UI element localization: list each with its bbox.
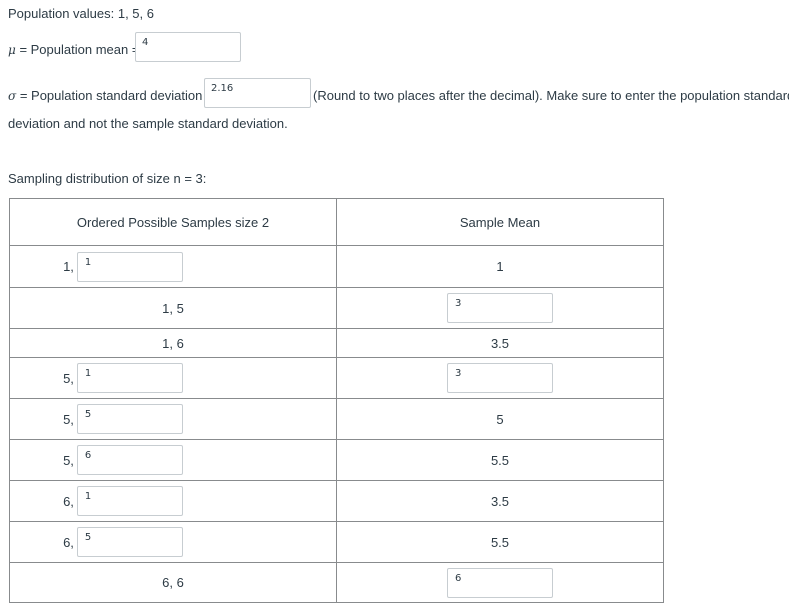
sample-second-value-input[interactable]: 5 — [76, 404, 183, 434]
sample-mean-text: 1 — [496, 259, 504, 274]
mean-cell: 3 — [336, 287, 664, 329]
mean-cell: 1 — [336, 245, 664, 288]
mean-cell: 3.5 — [336, 480, 664, 522]
sample-mean-text: 5.5 — [490, 534, 510, 550]
sample-second-value-input[interactable]: 6 — [76, 445, 183, 475]
sampling-distribution-heading: Sampling distribution of size n = 3: — [8, 171, 207, 186]
sample-cell: 6, 1 — [9, 480, 337, 522]
population-sd-row: σ = Population standard deviation = — [8, 88, 214, 103]
mean-cell: 5.5 — [336, 439, 664, 481]
sample-second-value-input[interactable]: 1 — [76, 486, 183, 516]
sample-prefix: 5, — [63, 452, 74, 468]
sample-entry: 5, 1 — [63, 363, 183, 393]
sample-prefix: 5, — [63, 370, 74, 386]
sample-prefix: 6, — [63, 493, 74, 509]
mean-cell: 6 — [336, 562, 664, 603]
sample-text: 6, 6 — [162, 575, 184, 590]
sample-mean-text: 3.5 — [490, 493, 510, 509]
mean-cell: 5 — [336, 398, 664, 440]
table-row: 5, 1 3 — [9, 357, 664, 399]
sample-cell: 1, 6 — [9, 328, 337, 358]
population-mean-row: μ = Population mean = — [8, 42, 139, 57]
population-values-text: Population values: 1, 5, 6 — [8, 6, 154, 21]
population-mean-label: = Population mean = — [19, 42, 140, 57]
sample-cell: 5, 5 — [9, 398, 337, 440]
sample-second-value-input[interactable]: 5 — [76, 527, 183, 557]
mean-cell: 3 — [336, 357, 664, 399]
sample-entry: 6, 1 — [63, 486, 183, 516]
sample-mean-text: 5.5 — [490, 452, 510, 468]
mu-symbol: μ — [8, 43, 16, 57]
sample-mean-text: 5 — [496, 411, 504, 427]
sample-prefix: 6, — [63, 534, 74, 550]
sigma-symbol: σ — [8, 89, 17, 103]
table-row: 1, 1 1 — [9, 245, 664, 288]
sample-entry: 1, 1 — [63, 251, 183, 282]
sample-mean-input[interactable]: 3 — [447, 293, 553, 323]
population-sd-input[interactable]: 2.16 — [204, 78, 311, 108]
sample-mean-input[interactable]: 3 — [447, 363, 553, 393]
sample-cell: 5, 1 — [9, 357, 337, 399]
table-row: 6, 5 5.5 — [9, 521, 664, 563]
table-header-row: Ordered Possible Samples size 2 Sample M… — [9, 198, 664, 246]
sample-cell: 5, 6 — [9, 439, 337, 481]
table-row: 6, 6 6 — [9, 562, 664, 603]
sample-text: 1, 5 — [162, 300, 184, 316]
population-sd-label: = Population standard deviation = — [19, 88, 214, 103]
sample-entry: 5, 6 — [63, 445, 183, 475]
table-row: 1, 6 3.5 — [9, 328, 664, 358]
header-sample-mean: Sample Mean — [336, 198, 664, 246]
sampling-distribution-table: Ordered Possible Samples size 2 Sample M… — [9, 198, 664, 603]
sample-entry: 5, 5 — [63, 404, 183, 434]
mean-cell: 5.5 — [336, 521, 664, 563]
sample-cell: 1, 5 — [9, 287, 337, 329]
sample-cell: 1, 1 — [9, 245, 337, 288]
sample-cell: 6, 5 — [9, 521, 337, 563]
header-ordered-samples: Ordered Possible Samples size 2 — [9, 198, 337, 246]
table-row: 5, 5 5 — [9, 398, 664, 440]
table-row: 5, 6 5.5 — [9, 439, 664, 481]
sd-rounding-note: (Round to two places after the decimal).… — [313, 88, 789, 103]
table-row: 6, 1 3.5 — [9, 480, 664, 522]
sample-mean-input[interactable]: 6 — [447, 567, 553, 598]
table-row: 1, 5 3 — [9, 287, 664, 329]
sd-rounding-note-continued: deviation and not the sample standard de… — [8, 116, 288, 131]
sample-prefix: 5, — [63, 411, 74, 427]
sample-second-value-input[interactable]: 1 — [76, 363, 183, 393]
sample-text: 1, 6 — [162, 335, 184, 351]
sample-cell: 6, 6 — [9, 562, 337, 603]
population-mean-input[interactable]: 4 — [135, 32, 241, 62]
sample-mean-text: 3.5 — [490, 335, 510, 351]
mean-cell: 3.5 — [336, 328, 664, 358]
sample-second-value-input[interactable]: 1 — [76, 251, 183, 282]
sample-entry: 6, 5 — [63, 527, 183, 557]
sample-prefix: 1, — [63, 259, 74, 274]
